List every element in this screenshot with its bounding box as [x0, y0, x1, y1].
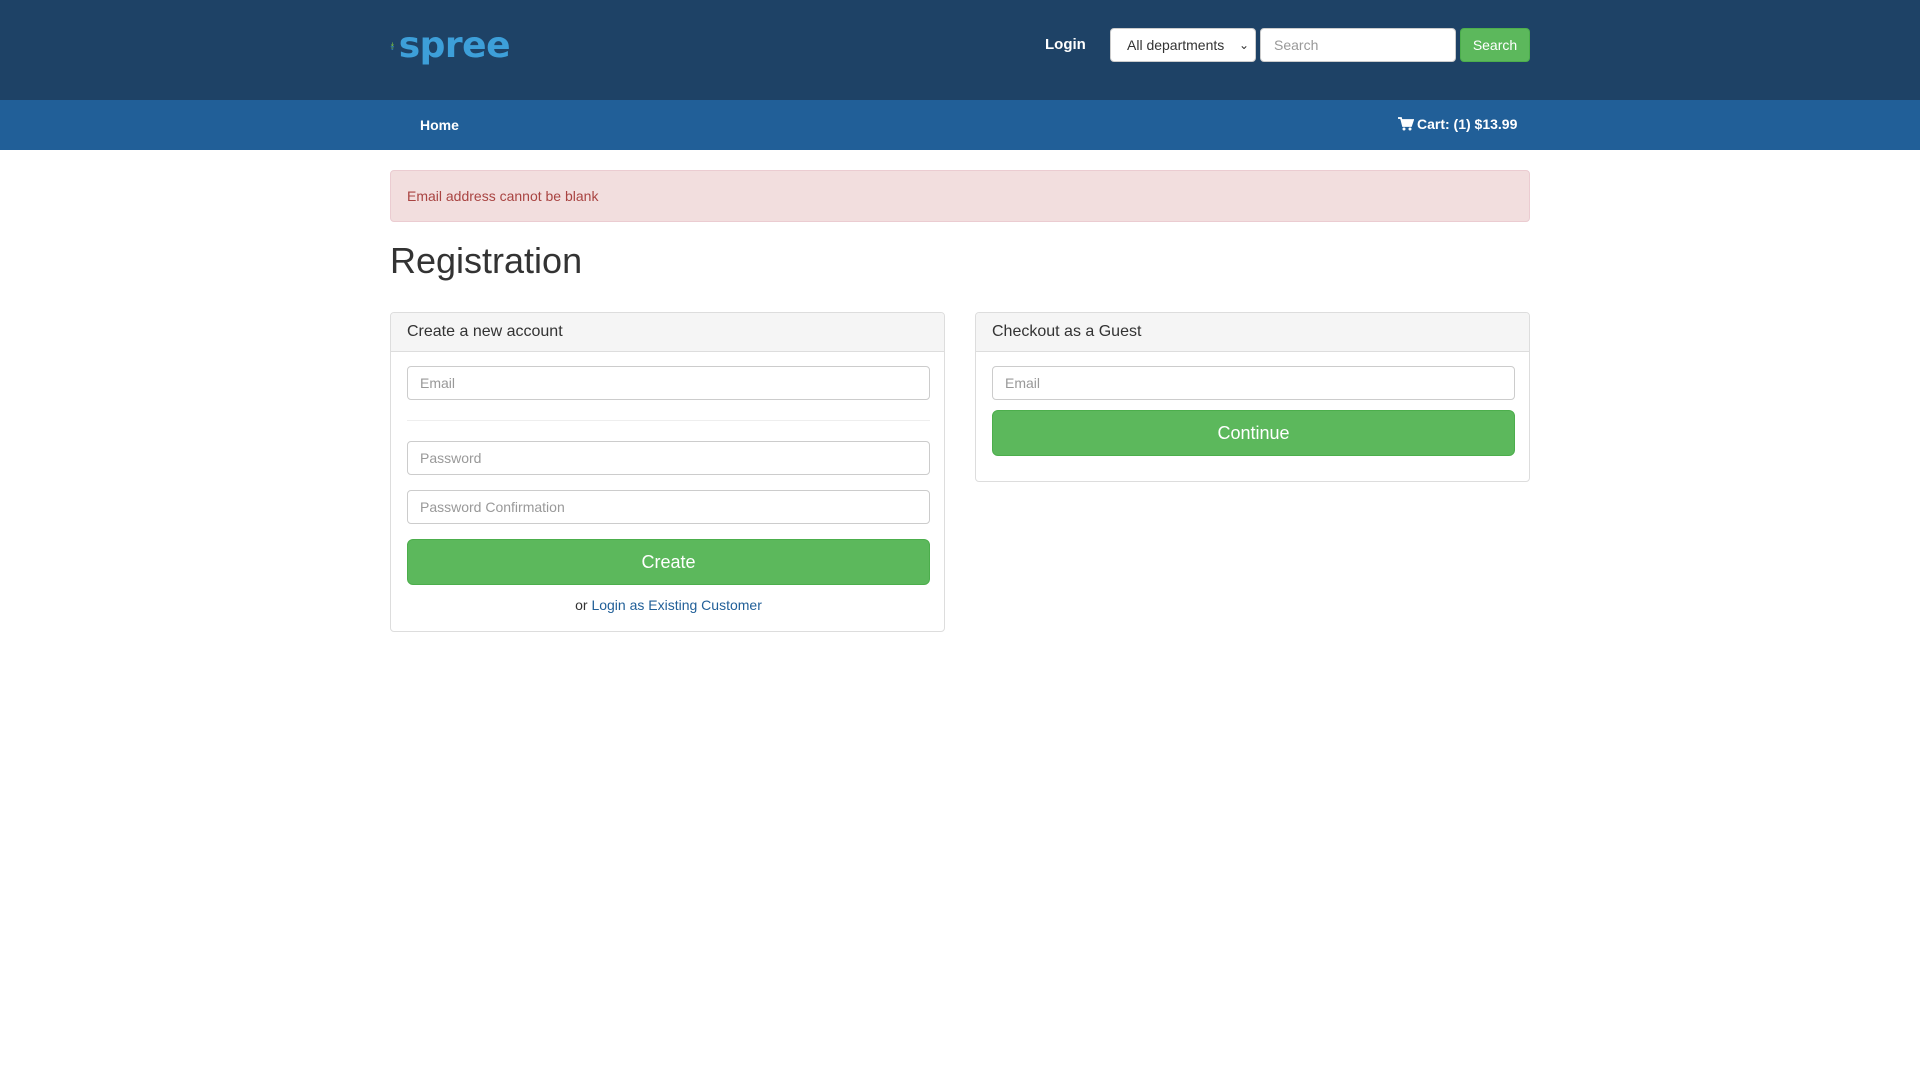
- spree-logo-icon: [390, 42, 395, 50]
- continue-button[interactable]: Continue: [992, 410, 1515, 456]
- password-confirmation-field[interactable]: [407, 490, 930, 524]
- department-select-value: All departments: [1127, 37, 1225, 53]
- guest-checkout-panel: Checkout as a Guest Continue: [975, 312, 1530, 482]
- guest-email-field[interactable]: [992, 366, 1515, 400]
- logo[interactable]: spree: [390, 21, 511, 71]
- login-link[interactable]: Login: [1045, 36, 1086, 53]
- page-title: Registration: [390, 240, 583, 281]
- nav-home-link[interactable]: Home: [420, 117, 459, 133]
- nav-bar: [0, 100, 1920, 150]
- login-existing-line: or Login as Existing Customer: [391, 597, 946, 613]
- or-text: or: [575, 597, 588, 613]
- chevron-down-icon: ⌄: [1238, 38, 1249, 52]
- department-select[interactable]: All departments ⌄: [1110, 28, 1256, 62]
- cart-link[interactable]: Cart: (1) $13.99: [1398, 116, 1517, 132]
- error-alert: Email address cannot be blank: [390, 170, 1530, 222]
- divider: [407, 420, 930, 421]
- search-input[interactable]: [1260, 28, 1456, 62]
- new-account-email-field[interactable]: [407, 366, 930, 400]
- login-existing-link[interactable]: Login as Existing Customer: [591, 597, 761, 613]
- new-account-heading: Create a new account: [391, 313, 944, 352]
- guest-checkout-heading: Checkout as a Guest: [976, 313, 1529, 352]
- cart-icon: [1398, 117, 1414, 131]
- logo-text: spree: [398, 25, 511, 66]
- new-account-panel: Create a new account Create or Login as …: [390, 312, 945, 632]
- password-field[interactable]: [407, 441, 930, 475]
- cart-label: Cart: (1) $13.99: [1417, 116, 1518, 132]
- error-alert-message: Email address cannot be blank: [407, 188, 599, 204]
- search-button[interactable]: Search: [1460, 28, 1530, 62]
- top-header: [0, 0, 1920, 100]
- create-button[interactable]: Create: [407, 539, 930, 585]
